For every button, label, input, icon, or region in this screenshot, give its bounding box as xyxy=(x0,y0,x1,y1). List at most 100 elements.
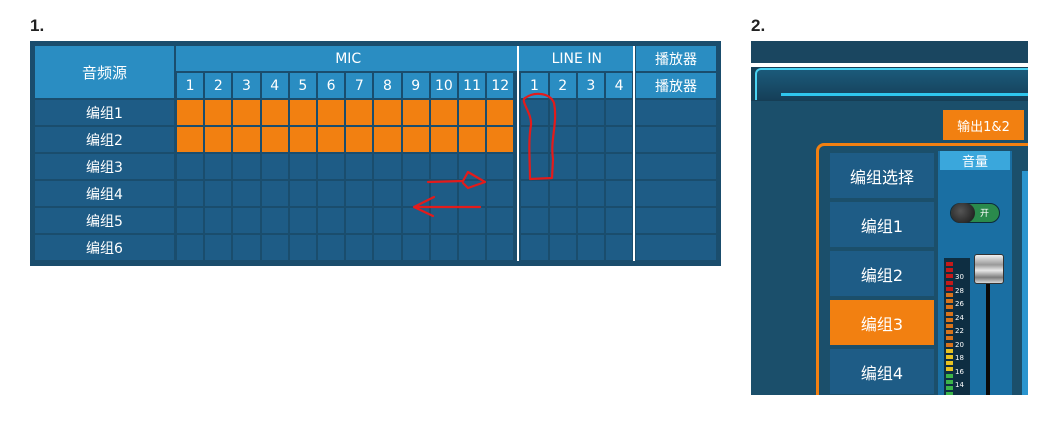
routing-cell[interactable] xyxy=(402,181,429,206)
routing-cell[interactable] xyxy=(459,208,486,233)
routing-cell[interactable] xyxy=(261,154,288,179)
group-button[interactable]: 编组3 xyxy=(830,300,934,345)
routing-cell[interactable] xyxy=(606,154,633,179)
routing-cell[interactable] xyxy=(205,154,232,179)
routing-cell[interactable] xyxy=(549,235,576,260)
routing-cell[interactable] xyxy=(205,100,232,125)
routing-cell[interactable] xyxy=(346,208,373,233)
player-routing-cell[interactable] xyxy=(636,127,716,152)
routing-cell[interactable] xyxy=(261,127,288,152)
routing-cell[interactable] xyxy=(606,235,633,260)
routing-cell[interactable] xyxy=(549,181,576,206)
routing-cell[interactable] xyxy=(459,235,486,260)
routing-cell[interactable] xyxy=(177,100,204,125)
routing-cell[interactable] xyxy=(487,235,514,260)
routing-cell[interactable] xyxy=(289,208,316,233)
routing-cell[interactable] xyxy=(459,127,486,152)
routing-cell[interactable] xyxy=(402,100,429,125)
routing-cell[interactable] xyxy=(487,127,514,152)
routing-cell[interactable] xyxy=(430,208,457,233)
group-button[interactable]: 编组1 xyxy=(830,202,934,247)
routing-cell[interactable] xyxy=(521,127,548,152)
routing-cell[interactable] xyxy=(402,208,429,233)
routing-cell[interactable] xyxy=(346,100,373,125)
routing-cell[interactable] xyxy=(177,154,204,179)
routing-cell[interactable] xyxy=(346,127,373,152)
routing-cell[interactable] xyxy=(289,127,316,152)
routing-cell[interactable] xyxy=(318,154,345,179)
routing-cell[interactable] xyxy=(487,181,514,206)
routing-cell[interactable] xyxy=(261,100,288,125)
routing-cell[interactable] xyxy=(233,154,260,179)
routing-cell[interactable] xyxy=(177,235,204,260)
routing-cell[interactable] xyxy=(346,181,373,206)
group-button[interactable]: 编组4 xyxy=(830,349,934,394)
routing-cell[interactable] xyxy=(402,154,429,179)
routing-cell[interactable] xyxy=(346,154,373,179)
routing-cell[interactable] xyxy=(577,181,604,206)
routing-cell[interactable] xyxy=(521,181,548,206)
routing-cell[interactable] xyxy=(261,235,288,260)
routing-cell[interactable] xyxy=(374,208,401,233)
routing-cell[interactable] xyxy=(205,235,232,260)
routing-cell[interactable] xyxy=(233,235,260,260)
routing-cell[interactable] xyxy=(521,208,548,233)
routing-cell[interactable] xyxy=(261,208,288,233)
routing-cell[interactable] xyxy=(374,154,401,179)
routing-cell[interactable] xyxy=(402,127,429,152)
routing-cell[interactable] xyxy=(430,181,457,206)
routing-cell[interactable] xyxy=(318,235,345,260)
routing-cell[interactable] xyxy=(430,100,457,125)
routing-cell[interactable] xyxy=(374,100,401,125)
routing-cell[interactable] xyxy=(233,100,260,125)
routing-cell[interactable] xyxy=(459,154,486,179)
routing-cell[interactable] xyxy=(374,127,401,152)
player-routing-cell[interactable] xyxy=(636,100,716,125)
routing-cell[interactable] xyxy=(459,181,486,206)
routing-cell[interactable] xyxy=(459,100,486,125)
routing-cell[interactable] xyxy=(577,127,604,152)
routing-cell[interactable] xyxy=(549,127,576,152)
routing-cell[interactable] xyxy=(318,208,345,233)
routing-cell[interactable] xyxy=(577,100,604,125)
player-routing-cell[interactable] xyxy=(636,235,716,260)
routing-cell[interactable] xyxy=(205,208,232,233)
routing-cell[interactable] xyxy=(289,154,316,179)
routing-cell[interactable] xyxy=(606,127,633,152)
routing-cell[interactable] xyxy=(577,235,604,260)
routing-cell[interactable] xyxy=(289,181,316,206)
routing-cell[interactable] xyxy=(233,208,260,233)
routing-cell[interactable] xyxy=(205,127,232,152)
group-button[interactable]: 编组2 xyxy=(830,251,934,296)
routing-cell[interactable] xyxy=(577,208,604,233)
routing-cell[interactable] xyxy=(346,235,373,260)
routing-cell[interactable] xyxy=(606,100,633,125)
routing-cell[interactable] xyxy=(549,100,576,125)
output-1-2-button[interactable]: 输出1&2 xyxy=(943,110,1024,140)
routing-cell[interactable] xyxy=(318,100,345,125)
routing-cell[interactable] xyxy=(402,235,429,260)
routing-cell[interactable] xyxy=(374,235,401,260)
routing-cell[interactable] xyxy=(487,100,514,125)
volume-fader-handle[interactable] xyxy=(974,254,1004,284)
routing-cell[interactable] xyxy=(487,154,514,179)
routing-cell[interactable] xyxy=(487,208,514,233)
player-routing-cell[interactable] xyxy=(636,208,716,233)
routing-cell[interactable] xyxy=(318,127,345,152)
player-routing-cell[interactable] xyxy=(636,154,716,179)
routing-cell[interactable] xyxy=(430,154,457,179)
routing-cell[interactable] xyxy=(261,181,288,206)
routing-cell[interactable] xyxy=(289,235,316,260)
routing-cell[interactable] xyxy=(521,154,548,179)
routing-cell[interactable] xyxy=(177,208,204,233)
routing-cell[interactable] xyxy=(177,127,204,152)
routing-cell[interactable] xyxy=(233,181,260,206)
routing-cell[interactable] xyxy=(205,181,232,206)
routing-cell[interactable] xyxy=(177,181,204,206)
routing-cell[interactable] xyxy=(233,127,260,152)
routing-cell[interactable] xyxy=(521,235,548,260)
routing-cell[interactable] xyxy=(318,181,345,206)
routing-cell[interactable] xyxy=(549,208,576,233)
routing-cell[interactable] xyxy=(606,181,633,206)
routing-cell[interactable] xyxy=(289,100,316,125)
